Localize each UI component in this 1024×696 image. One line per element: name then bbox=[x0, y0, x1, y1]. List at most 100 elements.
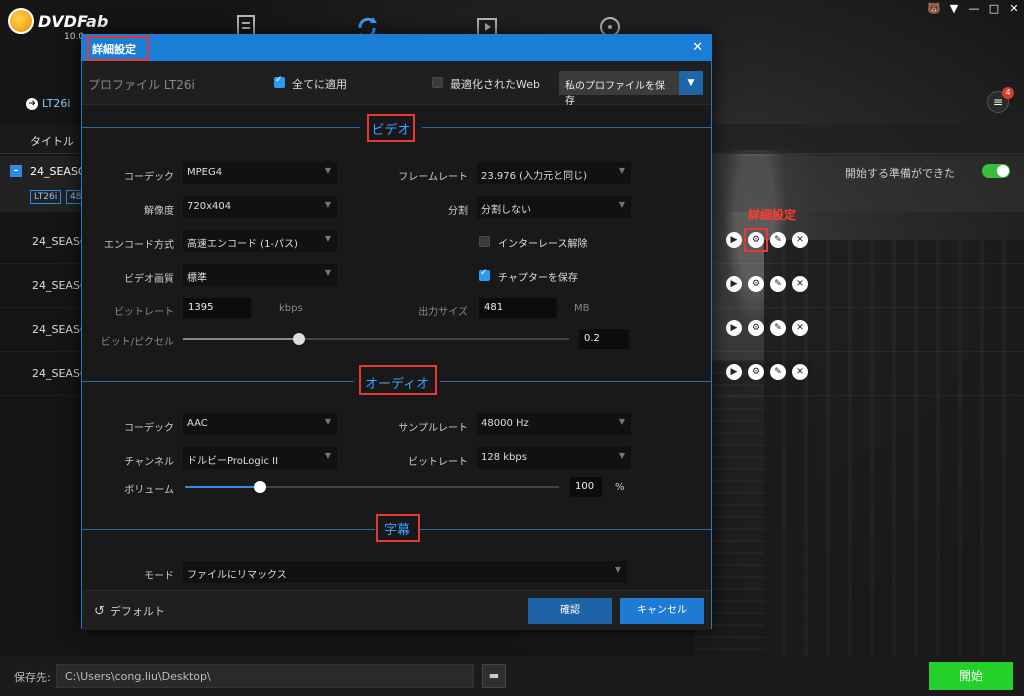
output-size-input[interactable]: 481 bbox=[479, 298, 557, 318]
chevron-down-icon: ▼ bbox=[618, 451, 625, 460]
advanced-settings-icon[interactable]: ⚙ bbox=[748, 364, 764, 380]
bits-per-pixel-slider[interactable] bbox=[183, 333, 569, 345]
volume-label: ボリューム bbox=[124, 485, 174, 496]
slider-knob[interactable] bbox=[253, 481, 266, 493]
edit-icon[interactable]: ✎ bbox=[770, 232, 786, 248]
save-path-field[interactable]: C:\Users\cong.liu\Desktop\ bbox=[56, 664, 474, 688]
framerate-select[interactable]: 23.976 (入力元と同じ) ▼ bbox=[477, 162, 631, 184]
maximize-icon[interactable]: □ bbox=[986, 2, 1002, 16]
volume-slider[interactable] bbox=[185, 481, 559, 493]
resolution-value: 720x404 bbox=[187, 201, 232, 212]
advanced-settings-icon[interactable]: ⚙ bbox=[748, 276, 764, 292]
video-quality-label: ビデオ画質 bbox=[124, 274, 174, 285]
close-window-icon[interactable]: ✕ bbox=[1006, 2, 1022, 16]
folder-icon[interactable]: ▬ bbox=[482, 664, 506, 688]
video-section-header: ビデオ bbox=[82, 114, 711, 142]
remove-icon[interactable]: ✕ bbox=[792, 320, 808, 336]
remove-icon[interactable]: ✕ bbox=[792, 232, 808, 248]
chevron-down-icon[interactable]: ▼ bbox=[679, 71, 703, 95]
bits-per-pixel-label: ビット/ピクセル bbox=[100, 337, 174, 348]
audio-bitrate-select[interactable]: 128 kbps ▼ bbox=[477, 447, 631, 469]
default-button[interactable]: ↺ デフォルト bbox=[94, 603, 165, 619]
apply-all-checkbox[interactable] bbox=[274, 75, 285, 88]
video-codec-select[interactable]: MPEG4 ▼ bbox=[183, 162, 337, 184]
minimize-icon[interactable]: — bbox=[966, 2, 982, 16]
volume-unit: % bbox=[615, 482, 625, 493]
source-link[interactable]: ➜ LT26i bbox=[26, 97, 70, 110]
season-title: 24_SEASO bbox=[30, 165, 87, 178]
subtitle-section-header: 字幕 bbox=[82, 514, 711, 542]
reset-icon: ↺ bbox=[94, 603, 105, 619]
save-to-label: 保存先: bbox=[14, 671, 51, 684]
subtitle-mode-select[interactable]: ファイルにリマックス ▼ bbox=[183, 561, 627, 583]
save-profile-button[interactable]: 私のプロファイルを保存 bbox=[559, 71, 679, 107]
start-button[interactable]: 開始 bbox=[929, 662, 1013, 690]
web-optimized-checkbox[interactable] bbox=[432, 77, 443, 88]
bits-per-pixel-input[interactable]: 0.2 bbox=[579, 329, 629, 349]
divider bbox=[440, 381, 711, 382]
video-quality-select[interactable]: 標準 ▼ bbox=[183, 264, 337, 286]
collapse-checkbox[interactable]: – bbox=[10, 165, 22, 177]
audio-codec-value: AAC bbox=[187, 418, 208, 429]
save-chapter-checkbox[interactable] bbox=[479, 268, 490, 281]
audio-codec-select[interactable]: AAC ▼ bbox=[183, 413, 337, 435]
resolution-label: 解像度 bbox=[144, 206, 174, 217]
play-icon[interactable]: ▶ bbox=[726, 320, 742, 336]
chevron-down-icon: ▼ bbox=[324, 268, 331, 277]
edit-icon[interactable]: ✎ bbox=[770, 364, 786, 380]
source-link-label: LT26i bbox=[42, 97, 71, 110]
dialog-titlebar: 詳細設定 ✕ bbox=[82, 35, 711, 61]
advanced-settings-icon[interactable]: ⚙ bbox=[748, 320, 764, 336]
encode-method-select[interactable]: 高速エンコード (1-パス) ▼ bbox=[183, 230, 337, 252]
samplerate-value: 48000 Hz bbox=[481, 418, 529, 429]
menu-dropdown-icon[interactable]: ▼ bbox=[946, 2, 962, 16]
skin-icon[interactable]: 🐻 bbox=[926, 2, 942, 16]
profile-tag[interactable]: LT26i bbox=[30, 190, 62, 204]
chevron-down-icon: ▼ bbox=[324, 200, 331, 209]
title-column-header: タイトル bbox=[30, 135, 74, 148]
close-icon[interactable]: ✕ bbox=[692, 40, 703, 55]
save-chapter-label: チャプターを保存 bbox=[498, 273, 578, 284]
video-bitrate-unit: kbps bbox=[279, 303, 303, 314]
remove-icon[interactable]: ✕ bbox=[792, 364, 808, 380]
deinterlace-checkbox[interactable] bbox=[479, 236, 490, 247]
slider-fill bbox=[185, 486, 260, 488]
edit-icon[interactable]: ✎ bbox=[770, 276, 786, 292]
video-quality-value: 標準 bbox=[187, 273, 207, 284]
deinterlace-label: インターレース解除 bbox=[498, 239, 588, 250]
remove-icon[interactable]: ✕ bbox=[792, 276, 808, 292]
encode-method-value: 高速エンコード (1-パス) bbox=[187, 239, 298, 250]
audio-section-header: オーディオ bbox=[82, 365, 711, 395]
arrow-right-icon: ➜ bbox=[26, 97, 38, 110]
profile-label: プロファイル LT26i bbox=[88, 78, 195, 92]
play-icon[interactable]: ▶ bbox=[726, 276, 742, 292]
dialog-footer: ↺ デフォルト 確認 キャンセル bbox=[82, 590, 711, 630]
cancel-button[interactable]: キャンセル bbox=[620, 598, 704, 624]
divider bbox=[82, 127, 360, 128]
channel-select[interactable]: ドルビーProLogic II ▼ bbox=[183, 447, 337, 469]
video-bitrate-input[interactable]: 1395 bbox=[183, 298, 251, 318]
channel-value: ドルビーProLogic II bbox=[187, 456, 279, 467]
annotation-label: 詳細設定 bbox=[748, 208, 797, 222]
play-icon[interactable]: ▶ bbox=[726, 364, 742, 380]
chevron-down-icon: ▼ bbox=[324, 166, 331, 175]
samplerate-select[interactable]: 48000 Hz ▼ bbox=[477, 413, 631, 435]
channel-label: チャンネル bbox=[124, 457, 174, 468]
audio-codec-label: コーデック bbox=[124, 423, 174, 434]
edit-icon[interactable]: ✎ bbox=[770, 320, 786, 336]
volume-input[interactable]: 100 bbox=[570, 477, 602, 497]
play-icon[interactable]: ▶ bbox=[726, 232, 742, 248]
logo-text: DVDFab bbox=[38, 11, 109, 31]
resolution-select[interactable]: 720x404 ▼ bbox=[183, 196, 337, 218]
split-select[interactable]: 分割しない ▼ bbox=[477, 196, 631, 218]
chevron-down-icon: ▼ bbox=[618, 166, 625, 175]
ready-toggle[interactable] bbox=[982, 164, 1010, 178]
divider bbox=[419, 529, 711, 530]
ok-button[interactable]: 確認 bbox=[528, 598, 612, 624]
output-size-label: 出力サイズ bbox=[418, 307, 468, 318]
chevron-down-icon: ▼ bbox=[618, 417, 625, 426]
divider bbox=[422, 127, 711, 128]
slider-knob[interactable] bbox=[292, 333, 305, 345]
annotation-highlight-box bbox=[87, 36, 149, 61]
annotation-highlight-box bbox=[367, 114, 415, 142]
